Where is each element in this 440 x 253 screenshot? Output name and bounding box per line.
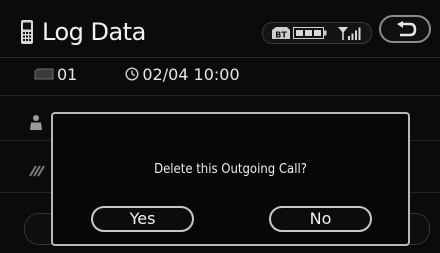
svg-text:BT: BT [275,31,287,40]
header: Log Data [20,14,146,50]
cell-phone-icon [21,20,33,44]
signal-strength-icon [338,27,361,40]
dialog-message: Delete this Outgoing Call? [154,162,307,177]
page-title: Log Data [42,18,146,46]
no-button[interactable]: No [269,206,372,232]
battery-icon [293,27,327,39]
log-datetime: 02/04 10:00 [142,64,240,84]
u-turn-back-arrow-icon [397,21,417,37]
bluetooth-icon: BT [272,27,290,40]
row-divider [0,95,440,96]
back-button[interactable] [379,15,431,43]
log-info-row: 01 02/04 10:00 [34,64,240,84]
memory-number: 01 [57,64,78,84]
log-data-screen: Log Data BT 01 02/04 10:00 Delete this O… [0,0,440,253]
yes-button[interactable]: Yes [91,206,194,232]
person-icon [30,115,42,130]
memory-slot-icon [34,68,54,80]
header-divider [0,57,440,58]
phone-status-indicator: BT [262,22,372,44]
phone-number-icon [29,165,45,177]
delete-confirmation-dialog: Delete this Outgoing Call? Yes No [51,112,410,246]
clock-icon [125,67,139,81]
